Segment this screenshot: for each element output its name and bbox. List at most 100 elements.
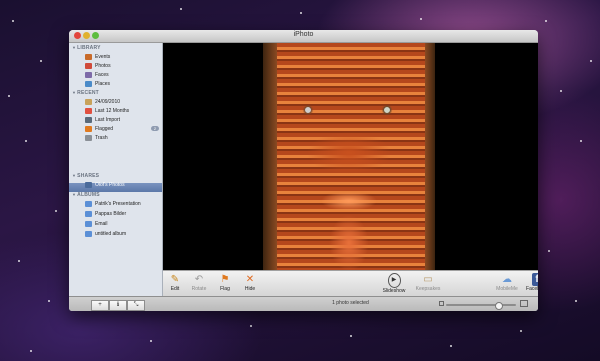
- photos-icon: [85, 62, 92, 69]
- star: [580, 140, 582, 142]
- photo-shadow-right: [425, 43, 435, 270]
- sidebar-item-places[interactable]: Places: [85, 79, 110, 88]
- facebook-button[interactable]: fFacebook: [524, 273, 538, 296]
- toolbar-label: Flag: [220, 286, 230, 292]
- album-icon: [85, 220, 92, 227]
- sidebar-item-label: Events: [95, 53, 111, 60]
- sidebar-item-faces[interactable]: Faces: [85, 70, 109, 79]
- photo-shadow-left: [263, 43, 277, 270]
- sidebar-item-label: Last Import: [95, 116, 121, 123]
- toolbar-label: Keepsakes: [415, 286, 441, 292]
- count-badge: 2: [151, 126, 159, 131]
- star: [350, 335, 352, 337]
- zoom-large-icon: [520, 300, 528, 307]
- disclosure-triangle-icon[interactable]: ▼: [72, 45, 76, 50]
- section-heading-label: SHARES: [77, 173, 100, 179]
- rotate-button[interactable]: ↶ Rotate: [186, 273, 212, 296]
- sidebar-item-last-12-months[interactable]: Last 12 Months: [85, 106, 129, 115]
- star: [450, 345, 452, 347]
- sidebar-item-label: Places: [95, 80, 111, 87]
- star: [150, 340, 152, 342]
- section-heading-recent[interactable]: ▼RECENT: [72, 90, 99, 96]
- star: [48, 300, 50, 302]
- toolbar-label: Rotate: [191, 286, 207, 292]
- disclosure-triangle-icon[interactable]: ▼: [72, 173, 76, 178]
- flag-icon: [85, 125, 92, 132]
- star: [545, 20, 547, 22]
- star: [25, 140, 27, 142]
- keepsakes-button[interactable]: ▭ Keepsakes: [415, 273, 441, 296]
- star: [560, 90, 562, 92]
- flag-icon: ⚑: [220, 274, 230, 285]
- zoom-slider[interactable]: [446, 302, 516, 310]
- hide-button[interactable]: ✕ Hide: [237, 273, 263, 296]
- sidebar-item-label: Pappas Bilder: [95, 210, 127, 217]
- calendar-icon: [85, 107, 92, 114]
- sidebar-item-last-import[interactable]: Last Import: [85, 115, 120, 124]
- sidebar-item-label: Email: [95, 220, 108, 227]
- window-title: iPhoto: [293, 31, 314, 38]
- mobileme-icon: ☁: [502, 274, 512, 285]
- star: [420, 18, 422, 20]
- source-list: ▼LIBRARY Events Photos Faces Places ▼RECENT 24…: [69, 43, 163, 296]
- disclosure-triangle-icon[interactable]: ▼: [72, 90, 76, 95]
- events-icon: [85, 53, 92, 60]
- album-icon: [85, 210, 92, 217]
- star: [548, 250, 550, 252]
- disclosure-triangle-icon[interactable]: ▼: [72, 192, 76, 197]
- photo-viewer[interactable]: [163, 43, 538, 270]
- shared-library-icon: [85, 181, 92, 188]
- album-icon: [85, 230, 92, 237]
- fullscreen-button[interactable]: ⤡: [127, 300, 145, 311]
- sidebar-item-olof-s-photos[interactable]: Olof's Photos: [85, 180, 125, 189]
- flag-button[interactable]: ⚑ Flag: [212, 273, 238, 296]
- star: [30, 350, 32, 352]
- faces-icon: [85, 71, 92, 78]
- selected-photo[interactable]: [263, 43, 435, 270]
- toolbar-label: Facebook: [526, 286, 538, 292]
- sidebar-item-label: Faces: [95, 71, 109, 78]
- section-heading-library[interactable]: ▼LIBRARY: [72, 45, 101, 51]
- sidebar-item-trash[interactable]: Trash: [85, 133, 108, 142]
- sidebar-item-patrik-s-presentation[interactable]: Patrik's Presentation: [85, 199, 141, 208]
- pencil-icon: ✎: [170, 274, 180, 285]
- toolbar-label: Slideshow: [382, 288, 406, 294]
- sidebar-item-24-09-2010[interactable]: 24/09/2010: [85, 97, 120, 106]
- play-icon: ▶: [387, 273, 401, 288]
- star: [520, 330, 522, 332]
- zoom-slider-knob[interactable]: [494, 302, 503, 310]
- star: [250, 325, 252, 327]
- star: [300, 12, 302, 14]
- section-heading-albums[interactable]: ▼ALBUMS: [72, 192, 100, 198]
- sidebar-item-label: Trash: [95, 134, 108, 141]
- slideshow-button[interactable]: ▶ Slideshow: [381, 273, 407, 296]
- edit-button[interactable]: ✎ Edit: [162, 273, 188, 296]
- facebook-icon: f: [532, 273, 538, 286]
- zoom-small-icon: [439, 301, 444, 306]
- section-heading-label: ALBUMS: [77, 192, 100, 198]
- toolbar-label: Hide: [244, 286, 256, 292]
- sidebar-item-label: untitled album: [95, 230, 127, 237]
- status-bar: 1 photo selected + ℹ ⤡: [69, 296, 538, 311]
- event-icon: [85, 98, 92, 105]
- star: [55, 210, 57, 212]
- sidebar-item-label: Last 12 Months: [95, 107, 130, 114]
- sidebar-item-untitled-album[interactable]: untitled album: [85, 229, 126, 238]
- sidebar-item-events[interactable]: Events: [85, 52, 110, 61]
- iphoto-window: iPhoto ▼LIBRARY Events Photos Faces Places ▼R…: [69, 30, 538, 311]
- sidebar-item-pappas-bilder[interactable]: Pappas Bilder: [85, 209, 126, 218]
- keepsakes-icon: ▭: [423, 274, 433, 285]
- sidebar-item-email[interactable]: Email: [85, 219, 108, 228]
- add-button[interactable]: +: [91, 300, 109, 311]
- section-heading-label: LIBRARY: [77, 45, 101, 51]
- mobileme-button[interactable]: ☁ MobileMe: [494, 273, 520, 296]
- section-heading-shares[interactable]: ▼SHARES: [72, 173, 99, 179]
- star: [12, 20, 14, 22]
- info-button[interactable]: ℹ: [109, 300, 127, 311]
- title-bar[interactable]: iPhoto: [69, 30, 538, 43]
- sidebar-item-flagged[interactable]: Flagged: [85, 124, 113, 133]
- sidebar-item-label: 24/09/2010: [95, 98, 121, 105]
- sidebar-item-photos[interactable]: Photos: [85, 61, 111, 70]
- places-icon: [85, 80, 92, 87]
- sidebar-item-label: Patrik's Presentation: [95, 200, 141, 207]
